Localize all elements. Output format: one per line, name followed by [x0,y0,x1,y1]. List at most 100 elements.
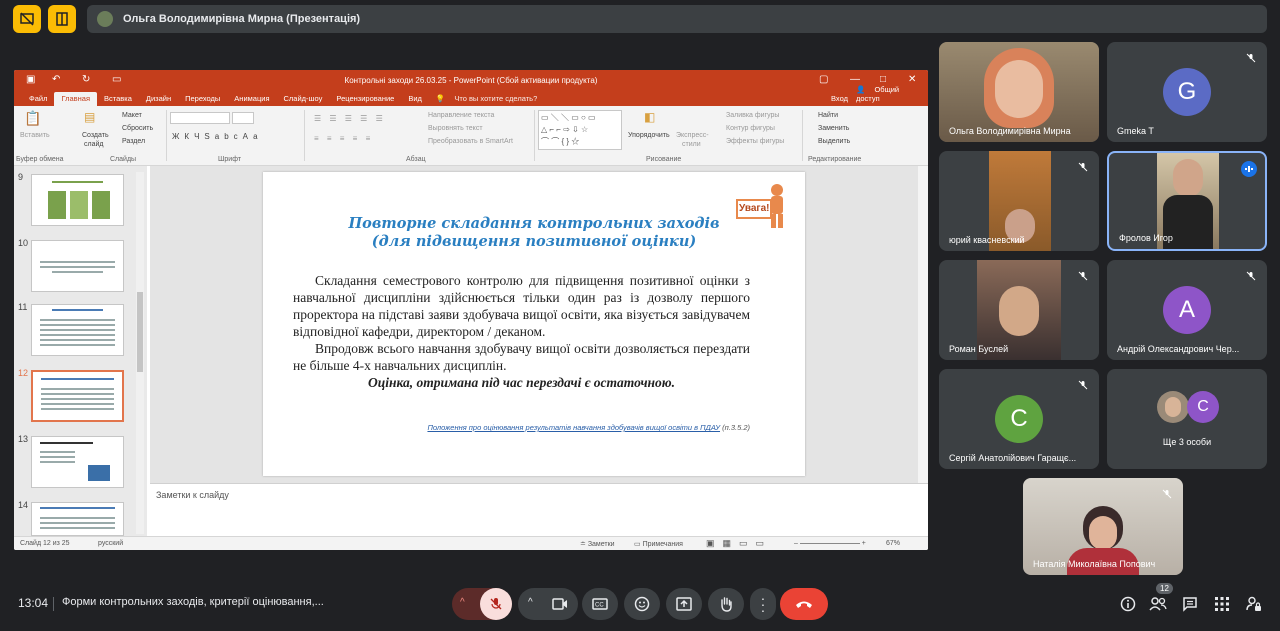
lock-person-icon [1246,596,1261,611]
participant-avatar: A [1163,286,1211,334]
layout-button[interactable] [48,5,76,33]
present-button[interactable] [666,588,702,620]
more-participants-tile[interactable]: C Ще 3 особи [1107,369,1267,469]
shared-screen-powerpoint: ▣ ↶ ↻ ▭ Контрольні заходи 26.03.25 - Pow… [14,70,928,550]
mic-off-icon [1075,159,1091,175]
participant-avatar: G [1163,68,1211,116]
strike-icon: S [204,132,215,141]
camera-button[interactable]: ^ [518,588,578,620]
slide-edit-area: Увага! Повторне складання контрольних за… [150,166,928,483]
captions-button[interactable]: CC [582,588,618,620]
ribbon-separator [304,110,305,161]
participant-avatar: C [995,395,1043,443]
people-button[interactable]: 12 [1146,583,1173,616]
quick-styles-label-2: стили [682,141,701,148]
select-label: Выделить [818,138,851,145]
tab-transitions: Переходы [185,94,221,103]
find-label: Найти [818,112,838,119]
attention-badge-text: Увага! [739,203,770,214]
notes-toggle: ≐ Заметки [580,541,615,548]
tab-file: Файл [29,94,48,103]
current-slide: Увага! Повторне складання контрольних за… [263,172,805,476]
tell-me-text: Что вы хотите сделать? [454,94,538,103]
presenter-label: Ольга Володимирівна Мирна (Презентація) [123,13,361,25]
hand-icon [721,597,732,612]
thumb-number: 10 [18,238,29,248]
slide-body: Складання семестрового контролю для підв… [293,272,750,391]
close-icon: ✕ [908,74,917,85]
layout-label: Макет [122,112,142,119]
presenter-banner: Ольга Володимирівна Мирна (Презентація) [87,5,1267,33]
case-icon: Аа [242,132,263,141]
thumb-number: 14 [18,500,29,510]
host-controls-button[interactable] [1242,592,1266,616]
meeting-info-button[interactable] [1116,592,1140,616]
leave-call-button[interactable] [780,588,828,620]
raise-hand-button[interactable] [708,588,744,620]
activities-button[interactable] [1210,592,1234,616]
participant-tile[interactable]: Роман Буслей [939,260,1099,360]
new-slide-label-2: слайд [84,141,104,148]
tab-slideshow: Слайд-шоу [283,94,323,103]
slide-thumbnails-pane: 9 10 11 12 13 14 [14,166,147,536]
group-font: Шрифт [218,156,242,163]
view-icons: ▣▦▭▭ [706,538,773,548]
emoji-icon [634,596,650,612]
ribbon-separator [802,110,803,161]
abc-icon: abc [214,132,243,141]
mic-button[interactable]: ^ [452,588,512,620]
slide-paragraph-2: Впродовж всього навчання здобувачу вищої… [293,341,750,373]
comments-toggle: ▭ Примечания [634,541,683,548]
more-participants-label: Ще 3 особи [1162,437,1212,447]
thumb-number: 13 [18,434,29,444]
tab-home: Главная [54,92,97,106]
ppt-ribbon-tabs: Файл Главная Вставка Дизайн Переходы Ани… [14,85,928,106]
replace-label: Заменить [818,125,850,132]
svg-text:CC: CC [595,603,604,609]
info-icon [1120,596,1136,612]
participant-tile[interactable]: Наталія Миколаївна Попович [1023,478,1183,575]
present-stop-button[interactable] [13,5,41,33]
arrange-label: Упорядочить [628,132,670,139]
mic-off-icon [1075,377,1091,393]
present-icon [676,597,692,611]
participant-tile[interactable]: юрий квасневский [939,151,1099,251]
slide-title-line1: Повторне складання контрольних заходів [348,215,720,232]
participant-name: Наталія Миколаївна Попович [1033,559,1156,569]
ppt-window-title: Контрольні заходи 26.03.25 - PowerPoint … [344,76,598,85]
more-vert-icon: · · · [760,590,766,618]
ribbon-separator [166,110,167,161]
shape-outline-label: Контур фигуры [726,125,775,132]
present-off-icon [20,12,34,26]
paste-icon: 📋 [24,110,42,126]
participant-tile-speaking[interactable]: Фролов Игор [1107,151,1267,251]
reactions-button[interactable] [624,588,660,620]
align-text-label: Выровнять текст [428,125,483,132]
chat-button[interactable] [1178,592,1202,616]
regulation-ref: (п.3.5.2) [722,423,750,432]
bottom-divider [53,597,54,611]
participant-tile[interactable]: C Сергій Анатолійович Гаращє... [939,369,1099,469]
participant-tile[interactable]: G Gmeka T [1107,42,1267,142]
thumbs-scrollbar [136,172,144,534]
layout-icon [56,12,68,26]
participant-avatar: C [1187,391,1219,423]
slide-thumbnail [31,174,124,226]
participant-tile[interactable]: A Андрій Олександрович Чер... [1107,260,1267,360]
group-editing: Редактирование [808,156,862,163]
participant-name: Фролов Игор [1119,233,1173,243]
group-slides: Слайды [110,156,137,163]
mic-off-icon [480,588,512,620]
thumb-number: 11 [18,302,28,312]
ppt-title-bar: ▣ ↶ ↻ ▭ Контрольні заходи 26.03.25 - Pow… [14,70,928,91]
participant-tile[interactable]: Ольга Володимирівна Мирна [939,42,1099,142]
slide-thumbnail [31,502,124,536]
hangup-icon [796,601,812,608]
quick-styles-label: Экспресс- [676,132,709,139]
regulation-link: Положення про оцінювання результатів нав… [427,423,721,432]
participant-name: юрий квасневский [949,235,1025,245]
meeting-title: Форми контрольних заходів, критерії оцін… [62,596,324,608]
grid-icon [1215,597,1229,611]
more-options-button[interactable]: · · · [750,588,776,620]
people-icon [1149,597,1167,611]
